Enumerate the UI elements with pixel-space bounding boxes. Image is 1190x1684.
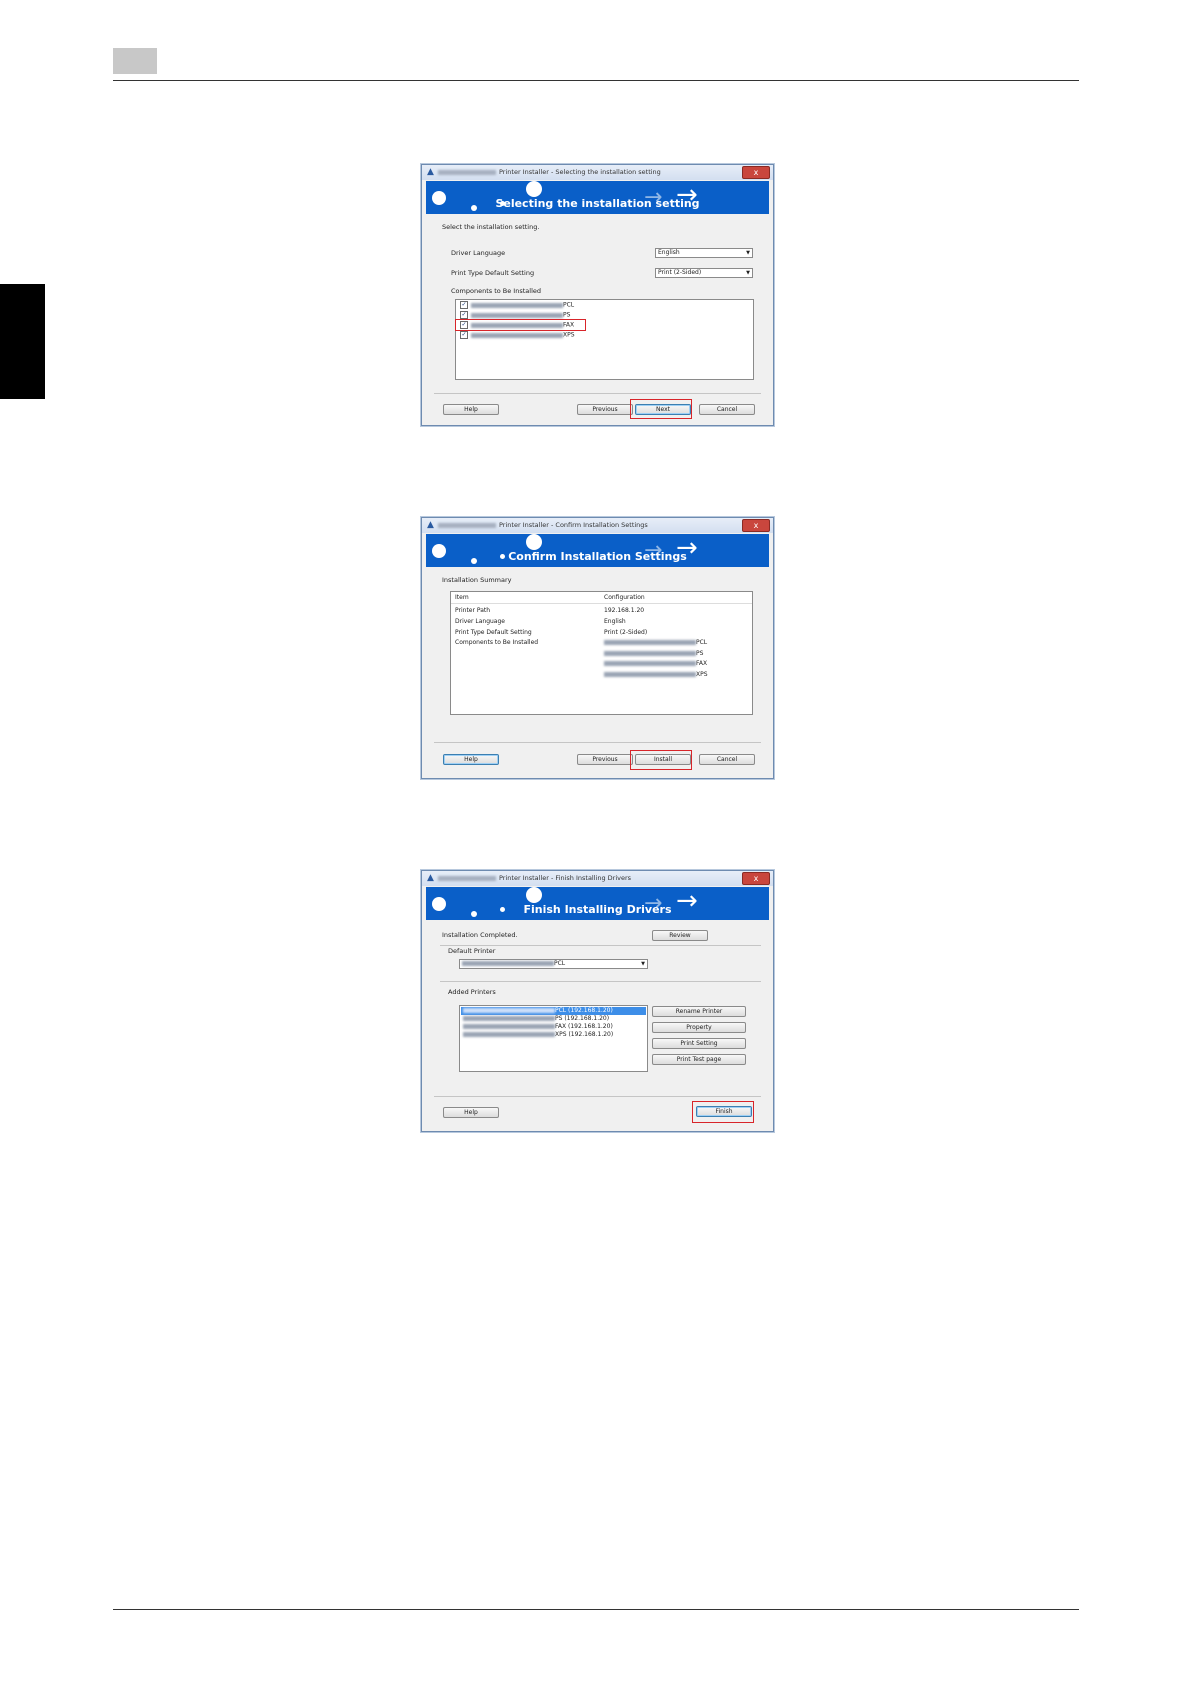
previous-button[interactable]: Previous [577, 404, 633, 415]
window-title: Printer Installer - Confirm Installation… [499, 521, 648, 529]
driver-language-value: English [658, 249, 680, 256]
default-printer-select[interactable]: PCL ▼ [459, 959, 648, 969]
table-cell: PCL [604, 639, 707, 647]
print-type-select[interactable]: Print (2-Sided) ▼ [655, 268, 753, 278]
table-cell: Print (2-Sided) [604, 629, 648, 636]
summary-table: Item Configuration Printer Path 192.168.… [450, 591, 753, 715]
list-item[interactable]: ✓ PCL [460, 301, 574, 310]
divider [434, 742, 761, 743]
blurred-product-name [438, 522, 496, 528]
cancel-button[interactable]: Cancel [699, 754, 755, 765]
printer-installer-icon: ▲ [427, 167, 434, 177]
print-type-label: Print Type Default Setting [451, 269, 535, 277]
list-item[interactable]: XPS (192.168.1.20) [463, 1031, 613, 1039]
banner-title: Selecting the installation setting [495, 197, 700, 210]
table-cell: XPS [604, 671, 708, 679]
chapter-number-box [113, 48, 157, 74]
table-cell: 192.168.1.20 [604, 607, 645, 614]
printer-installer-icon: ▲ [427, 520, 434, 530]
added-printers-list: PCL (192.168.1.20) PS (192.168.1.20) FAX… [459, 1005, 648, 1072]
default-printer-label: Default Printer [448, 947, 496, 955]
help-button[interactable]: Help [443, 754, 499, 765]
help-button[interactable]: Help [443, 404, 499, 415]
list-item[interactable]: PCL (192.168.1.20) [461, 1007, 646, 1015]
table-header: Item Configuration [451, 592, 752, 604]
blurred-product-name [438, 169, 496, 175]
divider [440, 981, 761, 982]
table-cell: PS [604, 650, 703, 658]
table-cell: Print Type Default Setting [455, 629, 532, 636]
highlight-finish-button [692, 1101, 754, 1123]
header-rule [113, 80, 1079, 81]
print-test-page-button[interactable]: Print Test page [652, 1054, 746, 1065]
list-item[interactable]: PS (192.168.1.20) [463, 1015, 609, 1023]
table-cell: Components to Be Installed [455, 639, 539, 646]
rename-printer-button[interactable]: Rename Printer [652, 1006, 746, 1017]
checkbox[interactable]: ✓ [460, 331, 468, 339]
installation-summary-label: Installation Summary [442, 576, 512, 584]
blurred-product-name [438, 875, 496, 881]
installation-completed-text: Installation Completed. [442, 931, 518, 939]
decor-circle [526, 887, 542, 903]
default-printer-value: PCL [554, 960, 566, 967]
print-type-value: Print (2-Sided) [658, 269, 702, 276]
window-title: Printer Installer - Selecting the instal… [499, 168, 661, 176]
printer-installer-icon: ▲ [427, 873, 434, 883]
print-setting-button[interactable]: Print Setting [652, 1038, 746, 1049]
divider [434, 393, 761, 394]
chapter-side-tab [0, 284, 45, 399]
driver-language-label: Driver Language [451, 249, 506, 257]
highlight-install-button [630, 750, 692, 770]
table-cell: Printer Path [455, 607, 491, 614]
added-printers-label: Added Printers [448, 988, 496, 996]
checkbox[interactable]: ✓ [460, 301, 468, 309]
banner: → → Confirm Installation Settings [426, 534, 769, 567]
table-cell: FAX [604, 660, 707, 668]
close-button[interactable]: x [742, 872, 770, 885]
close-button[interactable]: x [742, 519, 770, 532]
dialog-confirm-installation-settings: ▲ Printer Installer - Confirm Installati… [421, 517, 774, 779]
titlebar: ▲ Printer Installer - Confirm Installati… [422, 518, 773, 533]
banner: → → Selecting the installation setting [426, 181, 769, 214]
components-label: Components to Be Installed [451, 287, 541, 295]
review-button[interactable]: Review [652, 930, 708, 941]
previous-button[interactable]: Previous [577, 754, 633, 765]
titlebar: ▲ Printer Installer - Selecting the inst… [422, 165, 773, 180]
table-cell: English [604, 618, 626, 625]
titlebar: ▲ Printer Installer - Finish Installing … [422, 871, 773, 886]
decor-circle [526, 181, 542, 197]
window-title: Printer Installer - Finish Installing Dr… [499, 874, 632, 882]
divider [440, 945, 761, 946]
close-button[interactable]: x [742, 166, 770, 179]
dialog-finish-installing-drivers: ▲ Printer Installer - Finish Installing … [421, 870, 774, 1132]
driver-language-select[interactable]: English ▼ [655, 248, 753, 258]
banner: → → Finish Installing Drivers [426, 887, 769, 920]
decor-circle [526, 534, 542, 550]
highlight-next-button [630, 399, 692, 419]
instruction-text: Select the installation setting. [442, 223, 540, 231]
property-button[interactable]: Property [652, 1022, 746, 1033]
chevron-down-icon: ▼ [746, 250, 750, 256]
chevron-down-icon: ▼ [746, 270, 750, 276]
chevron-down-icon: ▼ [641, 961, 645, 967]
column-header-configuration: Configuration [604, 594, 645, 601]
checkbox[interactable]: ✓ [460, 311, 468, 319]
help-button[interactable]: Help [443, 1107, 499, 1118]
list-item[interactable]: FAX (192.168.1.20) [463, 1023, 613, 1031]
components-list: ✓ PCL ✓ PS ✓ FAX ✓ XPS [455, 299, 754, 380]
list-item[interactable]: ✓ XPS [460, 331, 575, 340]
dialog-selecting-installation-setting: ▲ Printer Installer - Selecting the inst… [421, 164, 774, 426]
cancel-button[interactable]: Cancel [699, 404, 755, 415]
table-cell: Driver Language [455, 618, 505, 625]
highlight-fax-component [455, 319, 586, 331]
divider [434, 1096, 761, 1097]
footer-rule [113, 1609, 1079, 1610]
banner-title: Confirm Installation Settings [508, 550, 687, 563]
banner-title: Finish Installing Drivers [523, 903, 672, 916]
column-header-item: Item [455, 594, 469, 601]
